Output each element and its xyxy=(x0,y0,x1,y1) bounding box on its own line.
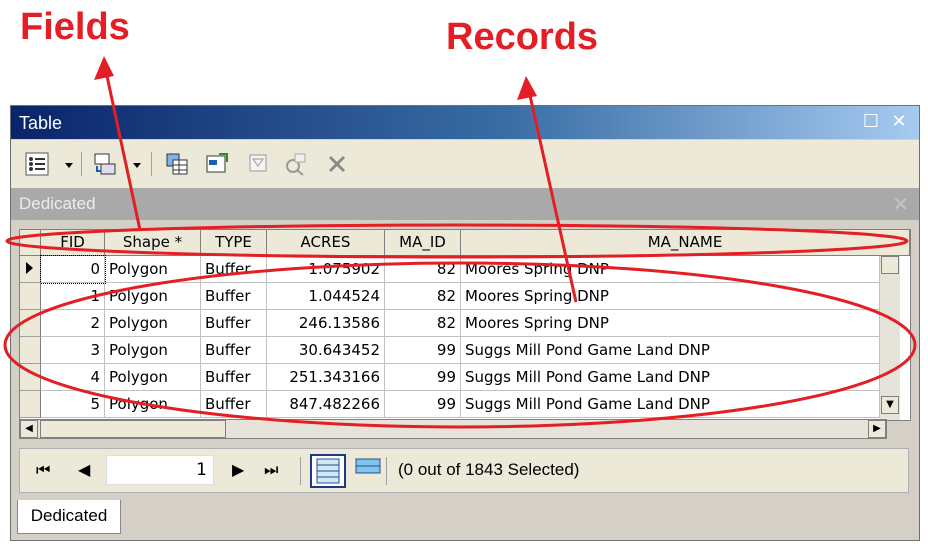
delete-selected-icon[interactable] xyxy=(325,152,349,176)
nav-separator xyxy=(300,457,301,485)
cell-type[interactable]: Buffer xyxy=(201,310,267,337)
switch-selection-icon[interactable] xyxy=(205,152,229,176)
current-record-input[interactable]: 1 xyxy=(106,455,214,485)
toolbar-separator xyxy=(81,152,82,176)
fields-annotation: Fields xyxy=(20,6,130,48)
cell-acres[interactable]: 847.482266 xyxy=(267,391,385,418)
current-row-pointer-icon xyxy=(26,262,33,274)
row-selector[interactable] xyxy=(20,391,41,418)
attribute-table-grid: FID Shape * TYPE ACRES MA_ID MA_NAME 0 Po… xyxy=(19,229,911,421)
scroll-left-icon[interactable]: ◀ xyxy=(20,420,38,438)
cell-acres[interactable]: 1.075902 xyxy=(267,256,385,283)
cell-ma-name[interactable]: Moores Spring DNP xyxy=(461,310,880,337)
vertical-scrollbar[interactable]: ▼ xyxy=(880,256,900,420)
cell-ma-id[interactable]: 99 xyxy=(385,391,461,418)
clear-selection-icon[interactable] xyxy=(247,152,271,176)
cell-fid[interactable]: 0 xyxy=(40,255,106,284)
show-selected-records-icon[interactable] xyxy=(354,457,382,479)
cell-shape[interactable]: Polygon xyxy=(105,256,201,283)
cell-type[interactable]: Buffer xyxy=(201,391,267,418)
table-options-icon[interactable] xyxy=(25,152,49,176)
selection-status: (0 out of 1843 Selected) xyxy=(398,460,580,479)
zoom-to-selected-icon[interactable] xyxy=(283,152,307,176)
select-by-attributes-icon[interactable] xyxy=(165,152,189,176)
cell-shape[interactable]: Polygon xyxy=(105,364,201,391)
cell-fid[interactable]: 1 xyxy=(41,283,105,310)
column-header-ma-id[interactable]: MA_ID xyxy=(385,230,461,256)
tab-close-icon[interactable]: ✕ xyxy=(892,192,909,216)
window-title: Table xyxy=(19,113,63,133)
cell-ma-name[interactable]: Suggs Mill Pond Game Land DNP xyxy=(461,337,880,364)
horizontal-scrollbar[interactable]: ◀ ▶ xyxy=(19,419,887,439)
column-header-type[interactable]: TYPE xyxy=(201,230,267,256)
cell-ma-id[interactable]: 99 xyxy=(385,364,461,391)
related-tables-dropdown-icon[interactable] xyxy=(133,163,141,168)
row-selector[interactable] xyxy=(20,310,41,337)
maximize-icon[interactable]: ☐ xyxy=(861,112,881,132)
scroll-up-icon[interactable] xyxy=(881,256,899,274)
previous-record-icon[interactable]: ◀ xyxy=(78,460,90,479)
horizontal-scroll-thumb[interactable] xyxy=(40,420,226,438)
cell-shape[interactable]: Polygon xyxy=(105,310,201,337)
fields-arrowhead xyxy=(94,56,114,80)
cell-type[interactable]: Buffer xyxy=(201,337,267,364)
cell-ma-name[interactable]: Moores Spring DNP xyxy=(461,256,880,283)
cell-type[interactable]: Buffer xyxy=(201,364,267,391)
toolbar-separator xyxy=(151,152,152,176)
close-icon[interactable]: ✕ xyxy=(889,112,909,132)
last-record-icon[interactable]: ⏭ xyxy=(264,460,278,480)
next-record-icon[interactable]: ▶ xyxy=(232,460,244,479)
show-all-records-icon[interactable] xyxy=(310,454,346,488)
column-header-acres[interactable]: ACRES xyxy=(267,230,385,256)
cell-ma-id[interactable]: 99 xyxy=(385,337,461,364)
cell-fid[interactable]: 5 xyxy=(41,391,105,418)
table-options-dropdown-icon[interactable] xyxy=(65,163,73,168)
column-header-ma-name[interactable]: MA_NAME xyxy=(461,230,910,256)
row-selector[interactable] xyxy=(20,283,41,310)
cell-fid[interactable]: 3 xyxy=(41,337,105,364)
bottom-tab-dedicated[interactable]: Dedicated xyxy=(17,500,121,534)
records-annotation: Records xyxy=(446,16,599,58)
cell-acres[interactable]: 30.643452 xyxy=(267,337,385,364)
row-selector[interactable] xyxy=(20,256,41,283)
table-toolbar xyxy=(11,140,919,188)
cell-fid[interactable]: 2 xyxy=(41,310,105,337)
first-record-icon[interactable]: ⏮ xyxy=(36,460,50,480)
cell-acres[interactable]: 1.044524 xyxy=(267,283,385,310)
cell-acres[interactable]: 246.13586 xyxy=(267,310,385,337)
corner-header[interactable] xyxy=(20,230,41,256)
column-header-fid[interactable]: FID xyxy=(41,230,105,256)
table-tab-strip: Dedicated ✕ xyxy=(11,188,919,220)
row-selector[interactable] xyxy=(20,364,41,391)
nav-separator xyxy=(386,457,387,485)
cell-ma-id[interactable]: 82 xyxy=(385,283,461,310)
cell-ma-id[interactable]: 82 xyxy=(385,256,461,283)
scroll-down-icon[interactable]: ▼ xyxy=(881,396,899,414)
cell-ma-name[interactable]: Moores Spring DNP xyxy=(461,283,880,310)
cell-ma-name[interactable]: Suggs Mill Pond Game Land DNP xyxy=(461,364,880,391)
record-navigation-bar: ⏮ ◀ 1 ▶ ⏭ (0 out of 1843 Selected) xyxy=(19,448,909,493)
cell-type[interactable]: Buffer xyxy=(201,256,267,283)
cell-acres[interactable]: 251.343166 xyxy=(267,364,385,391)
records-arrowhead xyxy=(517,76,537,100)
cell-shape[interactable]: Polygon xyxy=(105,337,201,364)
cell-shape[interactable]: Polygon xyxy=(105,391,201,418)
table-window: Table ☐ ✕ Dedicated ✕ FID Shape * TYPE A… xyxy=(10,105,920,541)
cell-shape[interactable]: Polygon xyxy=(105,283,201,310)
title-bar[interactable]: Table ☐ ✕ xyxy=(11,106,919,139)
cell-ma-id[interactable]: 82 xyxy=(385,310,461,337)
related-tables-icon[interactable] xyxy=(93,152,117,176)
cell-fid[interactable]: 4 xyxy=(41,364,105,391)
column-header-shape[interactable]: Shape * xyxy=(105,230,201,256)
table-tab-title: Dedicated xyxy=(19,194,96,213)
cell-ma-name[interactable]: Suggs Mill Pond Game Land DNP xyxy=(461,391,880,418)
scroll-right-icon[interactable]: ▶ xyxy=(868,420,886,438)
row-selector[interactable] xyxy=(20,337,41,364)
cell-type[interactable]: Buffer xyxy=(201,283,267,310)
